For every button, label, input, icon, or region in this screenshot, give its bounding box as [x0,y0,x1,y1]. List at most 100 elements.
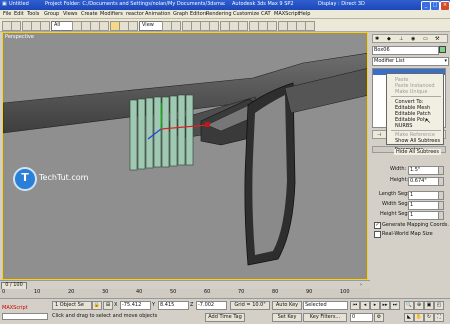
reference-coordinate-dropdown[interactable]: View [139,21,163,31]
menu-rendering[interactable]: Rendering [206,11,232,17]
pan-view-icon[interactable]: ✋ [414,313,424,322]
watermark-text: TechTut.com [39,173,89,182]
align-icon[interactable] [238,21,248,31]
current-frame-field[interactable]: 0 [350,313,373,322]
zoom-icon[interactable]: 🔍 [404,301,414,310]
height-field[interactable]: 0.674" [408,177,441,186]
generate-mapping-checkbox[interactable]: ✓ [374,222,381,229]
object-color-swatch[interactable] [439,46,446,53]
modifier-context-menu: Paste Paste Instanced Make Unique Conver… [386,73,444,145]
y-coordinate-field[interactable]: 8.415 [158,301,189,310]
track-tick: 20 [68,289,75,295]
key-filters-button[interactable]: Key Filters... [303,313,347,322]
motion-tab-icon[interactable]: ◉ [411,36,415,42]
mouse-cursor-icon: ↖ [425,117,431,125]
time-slider[interactable]: 0 / 100 › [0,280,370,290]
selection-lock-icon[interactable]: 🔒 [92,301,102,310]
x-label: X [114,302,118,308]
menu-maxscript[interactable]: MAXScript [274,11,300,17]
menu-cat[interactable]: CAT [261,11,271,17]
z-coordinate-field[interactable]: -7.002 [196,301,227,310]
command-panel-tabs[interactable]: ✱ ◆ ⊥ ◉ ▭ ⚒ [372,34,448,43]
length-segs-label: Length Segs: [379,191,412,197]
z-label: Z [190,302,194,308]
modifier-list-dropdown[interactable]: Modifier List ▾ [372,57,449,66]
field-of-view-icon[interactable]: ◣ [404,313,414,322]
length-segs-field[interactable]: 1 [408,191,441,200]
width-segs-spinner[interactable] [438,201,444,210]
height-segs-field[interactable]: 1 [408,211,441,220]
schematic-view-icon[interactable] [267,21,277,31]
width-field[interactable]: 1.5" [408,166,441,175]
display-tab-icon[interactable]: ▭ [423,36,428,42]
utilities-tab-icon[interactable]: ⚒ [435,36,439,42]
menu-edit[interactable]: Edit [14,11,24,17]
menu-graph-editors[interactable]: Graph Editors [173,11,207,17]
menu-group[interactable]: Group [44,11,59,17]
length-segs-spinner[interactable] [438,191,444,200]
real-world-map-label: Real-World Map Size [382,231,433,237]
key-mode-dropdown[interactable]: Selected [303,301,348,310]
project-folder: Project Folder: C:/Documents and Setting… [45,1,225,7]
x-coordinate-field[interactable]: -75.412 [120,301,151,310]
menu-views[interactable]: Views [63,11,77,17]
next-frame-icon[interactable]: › [360,282,362,288]
track-bar[interactable]: 0 10 20 30 40 50 60 70 80 90 100 [0,289,370,298]
techtut-logo-icon: T [13,167,37,191]
bind-space-warp-icon[interactable] [40,21,50,31]
menu-item-make-unique[interactable]: Make Unique [395,89,427,95]
height-spinner[interactable] [438,177,444,186]
height-segs-spinner[interactable] [438,211,444,220]
auto-key-button[interactable]: Auto Key [272,301,302,310]
menu-item-hide-all-subtrees[interactable]: Hide All Subtrees [394,149,441,155]
time-configuration-icon[interactable]: ⚙ [374,313,384,322]
menu-create[interactable]: Create [81,11,98,17]
viewport-label[interactable]: Perspective [5,34,34,40]
select-manipulate-icon[interactable] [171,21,181,31]
maxscript-mini-listener[interactable] [2,313,48,320]
menu-item-show-all-subtrees[interactable]: Show All Subtrees [395,138,440,144]
play-icon[interactable]: ▸ [370,301,380,310]
modify-tab-icon[interactable]: ◆ [387,36,391,42]
menu-help[interactable]: Help [299,11,310,17]
absolute-transform-icon[interactable]: ⊞ [103,301,113,310]
maximize-viewport-icon[interactable]: ⛶ [434,313,444,322]
spinner-snap-icon[interactable] [209,21,219,31]
go-to-end-icon[interactable]: ⏭ [390,301,400,310]
menu-tools[interactable]: Tools [27,11,39,17]
zoom-extents-all-icon[interactable]: ◰ [434,301,444,310]
menu-reactor[interactable]: reactor [126,11,144,17]
object-name-field[interactable]: Box06 [372,46,439,55]
add-time-tag-button[interactable]: Add Time Tag [205,313,245,322]
set-key-button[interactable]: Set Key [272,313,302,322]
menu-file[interactable]: File [3,11,11,17]
track-tick: 100 [340,289,350,295]
create-tab-icon[interactable]: ✱ [375,36,379,42]
height-label: Height: [390,177,409,183]
perspective-viewport[interactable]: Perspective T TechTut.com [2,32,368,280]
arc-rotate-icon[interactable]: ↻ [424,313,434,322]
next-key-icon[interactable]: ▸▸ [380,301,390,310]
pin-stack-icon[interactable]: ⊣ [377,132,381,138]
maxscript-listener-label[interactable]: MAXScript [2,305,28,311]
track-tick: 40 [136,289,143,295]
real-world-map-checkbox[interactable] [374,231,381,238]
menu-item-nurbs[interactable]: NURBS [395,123,412,129]
status-bar: MAXScript 1 Object Se Click and drag to … [0,298,450,324]
menu-customize[interactable]: Customize [233,11,259,17]
width-segs-field[interactable]: 1 [408,201,441,210]
zoom-all-icon[interactable]: ⊕ [414,301,424,310]
go-to-start-icon[interactable]: ⏮ [350,301,360,310]
selection-filter-dropdown[interactable]: All [51,21,73,31]
menu-modifiers[interactable]: Modifiers [100,11,123,17]
prompt-line: Click and drag to select and move object… [52,313,158,319]
redo-icon[interactable] [11,21,21,31]
select-and-scale-icon[interactable] [128,21,138,31]
previous-frame-icon[interactable]: ◂ [360,301,370,310]
zoom-extents-icon[interactable]: ▣ [424,301,434,310]
menu-animation[interactable]: Animation [145,11,171,17]
window-crossing-icon[interactable] [99,21,109,31]
hierarchy-tab-icon[interactable]: ⊥ [399,36,403,42]
width-spinner[interactable] [438,166,444,175]
quick-render-icon[interactable] [305,21,315,31]
